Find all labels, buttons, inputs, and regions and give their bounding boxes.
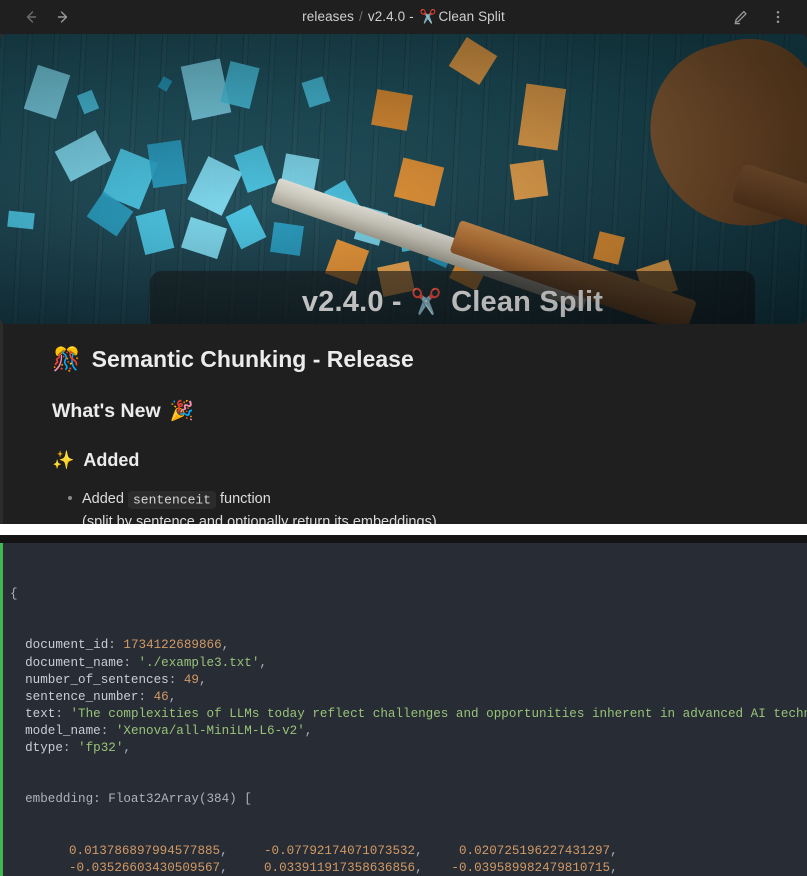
whats-new-heading: What's New 🎉 <box>52 399 807 423</box>
embedding-label: embedding: Float32Array(384) [ <box>25 792 252 807</box>
knife-handle <box>449 219 697 324</box>
pencil-icon <box>734 10 747 24</box>
sparkles-icon: ✨ <box>52 450 75 470</box>
more-menu-button[interactable] <box>767 6 789 28</box>
hero-title-version: v2.4.0 - <box>301 285 402 318</box>
json-field: sentence_number: 46, <box>25 689 177 704</box>
json-field: document_id: 1734122689866, <box>25 638 230 653</box>
bullet-suffix: function <box>220 491 271 507</box>
bullet-dot-icon <box>68 496 72 500</box>
release-notes-body: 🎊 Semantic Chunking - Release What's New… <box>0 346 807 524</box>
breadcrumb: releases / v2.4.0 - ✂️ Clean Split <box>0 9 807 25</box>
pane-separator[interactable] <box>0 524 807 535</box>
arrow-right-icon <box>57 11 68 23</box>
back-button[interactable] <box>20 6 42 28</box>
breadcrumb-title: Clean Split <box>438 9 505 24</box>
bullet-prefix: Added <box>82 491 124 507</box>
list-item: Added sentenceit function (split by sent… <box>68 488 807 524</box>
whats-new-text: What's New <box>52 399 161 422</box>
edit-button[interactable] <box>729 6 751 28</box>
added-heading: ✨ Added <box>52 450 807 471</box>
json-open-brace: { <box>10 587 18 602</box>
terminal-output-pane[interactable]: { document_id: 1734122689866, document_n… <box>0 543 807 876</box>
terminal-accent-bar <box>0 543 3 876</box>
terminal-top-gap <box>0 535 807 543</box>
hero-banner-image: v2.4.0 - ✂️ Clean Split <box>0 34 807 324</box>
hero-title: v2.4.0 - ✂️ Clean Split <box>302 286 603 319</box>
party-popper-icon: 🎉 <box>169 400 194 422</box>
wooden-spoon <box>632 34 807 246</box>
breadcrumb-separator: / <box>358 9 363 24</box>
bullet-note: (split by sentence and optionally return… <box>82 514 437 524</box>
breadcrumb-version: v2.4.0 - <box>367 9 414 24</box>
knife-blade <box>270 177 592 310</box>
json-field: number_of_sentences: 49, <box>25 672 207 687</box>
json-field-list: document_id: 1734122689866, document_nam… <box>10 637 807 757</box>
scissors-icon: ✂️ <box>419 9 437 24</box>
more-vertical-icon <box>776 11 780 23</box>
embedding-rows: 0.013786897994577885, -0.0779217407107353… <box>10 843 807 876</box>
added-list: Added sentenceit function (split by sent… <box>52 488 807 524</box>
added-heading-text: Added <box>83 450 140 470</box>
scissors-icon: ✂️ <box>410 287 443 316</box>
navigation-controls <box>0 6 74 28</box>
hero-title-name: Clean Split <box>451 285 604 318</box>
json-field: model_name: 'Xenova/all-MiniLM-L6-v2', <box>25 723 313 738</box>
embedding-row: -0.03526603430509567, 0.03391191735863685… <box>68 860 618 875</box>
json-field: dtype: 'fp32', <box>25 741 131 756</box>
embedding-row: 0.013786897994577885, -0.0779217407107353… <box>68 843 618 858</box>
hero-title-overlay: v2.4.0 - ✂️ Clean Split <box>150 271 755 324</box>
inline-code-sentenceit: sentenceit <box>127 490 216 509</box>
release-notes-pane: v2.4.0 - ✂️ Clean Split 🎊 Semantic Chunk… <box>0 34 807 524</box>
breadcrumb-root[interactable]: releases <box>302 9 354 24</box>
top-bar: releases / v2.4.0 - ✂️ Clean Split <box>0 0 807 34</box>
topbar-actions <box>729 6 807 28</box>
release-heading: 🎊 Semantic Chunking - Release <box>52 346 807 373</box>
arrow-left-icon <box>26 11 37 23</box>
json-field: document_name: './example3.txt', <box>25 655 267 670</box>
release-heading-text: Semantic Chunking - Release <box>91 346 414 372</box>
json-field: text: 'The complexities of LLMs today re… <box>25 706 807 721</box>
confetti-ball-icon: 🎊 <box>52 346 81 372</box>
forward-button[interactable] <box>52 6 74 28</box>
terminal-content: { document_id: 1734122689866, document_n… <box>0 552 807 876</box>
